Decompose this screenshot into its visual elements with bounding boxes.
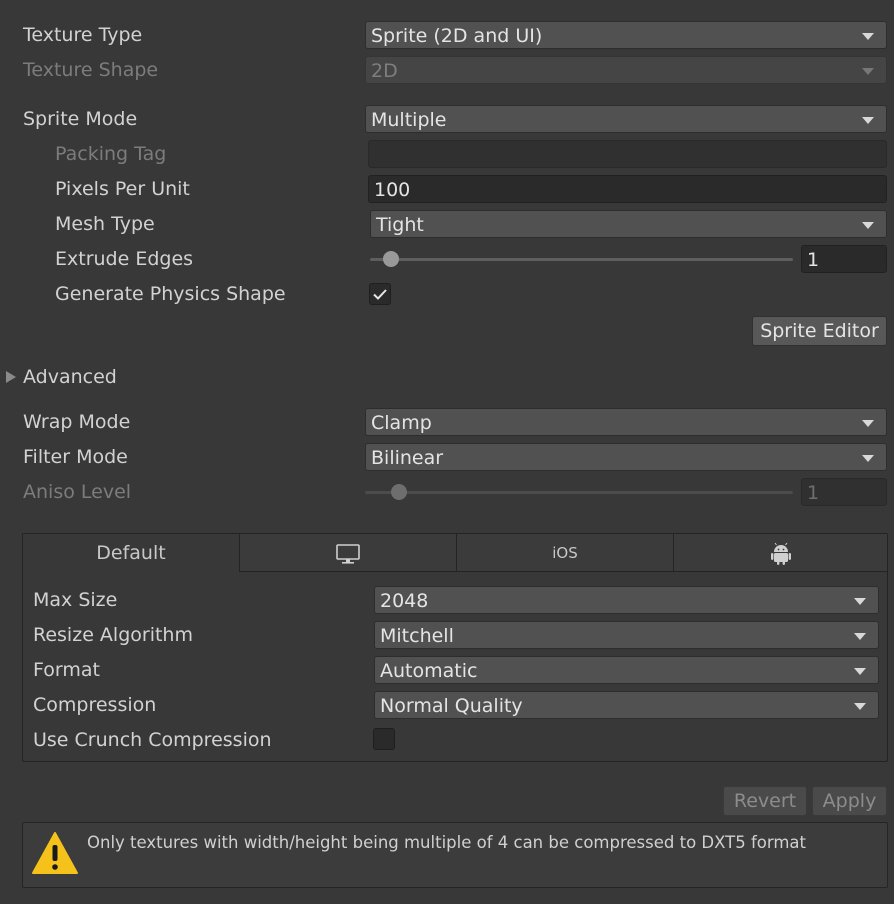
mesh-type-label: Mesh Type [55,213,155,235]
use-crunch-compression-checkbox[interactable] [373,728,395,750]
monitor-icon [336,543,360,564]
foldout-arrow-icon [6,371,16,383]
sprite-mode-dropdown[interactable]: Multiple [365,105,887,133]
pixels-per-unit-field[interactable]: 100 [368,175,887,203]
format-value: Automatic [380,660,478,682]
extrude-edges-label: Extrude Edges [55,248,194,270]
advanced-foldout[interactable]: Advanced [0,362,200,392]
aniso-level-field: 1 [801,478,887,506]
sprite-mode-label: Sprite Mode [23,108,138,130]
tab-android[interactable] [674,534,887,572]
sprite-editor-button[interactable]: Sprite Editor [752,316,887,346]
use-crunch-compression-label: Use Crunch Compression [33,729,272,751]
chevron-down-icon [854,633,866,640]
extrude-edges-slider-track[interactable] [370,258,793,261]
wrap-mode-label: Wrap Mode [23,411,131,433]
texture-shape-value: 2D [371,60,398,82]
aniso-level-slider-track [365,491,793,494]
extrude-edges-slider-thumb[interactable] [383,251,400,267]
tab-standalone[interactable] [240,534,457,572]
compression-dropdown[interactable]: Normal Quality [374,691,879,719]
mesh-type-dropdown[interactable]: Tight [370,210,887,238]
max-size-dropdown[interactable]: 2048 [374,586,879,614]
compression-label: Compression [33,694,157,716]
wrap-mode-value: Clamp [371,412,432,434]
mesh-type-value: Tight [376,214,424,236]
chevron-down-icon [854,703,866,710]
texture-shape-dropdown: 2D [365,56,887,84]
chevron-down-icon [854,598,866,605]
tab-ios-label: iOS [552,544,578,562]
checkmark-icon [373,289,387,300]
tab-default[interactable]: Default [23,534,240,572]
warning-help-box: Only textures with width/height being mu… [22,822,888,888]
generate-physics-shape-checkbox[interactable] [369,283,391,305]
chevron-down-icon [862,117,874,124]
tab-ios[interactable]: iOS [457,534,674,572]
format-dropdown[interactable]: Automatic [374,656,879,684]
resize-algorithm-value: Mitchell [380,625,454,647]
warning-icon [32,832,78,874]
android-icon [770,542,791,565]
platform-settings-panel: Default iOS Max Size 2048 Resize Algorit… [22,533,888,762]
chevron-down-icon [862,33,874,40]
max-size-value: 2048 [380,590,429,612]
generate-physics-shape-label: Generate Physics Shape [55,283,286,305]
chevron-down-icon [862,222,874,229]
texture-type-label: Texture Type [23,24,143,46]
packing-tag-field [368,140,887,168]
resize-algorithm-label: Resize Algorithm [33,624,193,646]
tab-default-label: Default [96,542,166,564]
chevron-down-icon [854,668,866,675]
filter-mode-dropdown[interactable]: Bilinear [365,443,887,471]
max-size-label: Max Size [33,589,118,611]
chevron-down-icon [862,420,874,427]
format-label: Format [33,659,100,681]
wrap-mode-dropdown[interactable]: Clamp [365,408,887,436]
warning-text: Only textures with width/height being mu… [87,833,807,852]
texture-shape-label: Texture Shape [23,59,159,81]
sprite-mode-value: Multiple [371,109,447,131]
filter-mode-label: Filter Mode [23,446,128,468]
pixels-per-unit-label: Pixels Per Unit [55,178,190,200]
resize-algorithm-dropdown[interactable]: Mitchell [374,621,879,649]
packing-tag-label: Packing Tag [55,143,167,165]
advanced-label: Advanced [23,366,117,388]
compression-value: Normal Quality [380,695,523,717]
extrude-edges-field[interactable]: 1 [801,245,887,273]
apply-button: Apply [812,786,887,816]
revert-button: Revert [723,786,807,816]
aniso-level-slider-thumb [391,484,408,500]
aniso-level-label: Aniso Level [23,481,132,503]
texture-type-dropdown[interactable]: Sprite (2D and UI) [365,21,887,49]
chevron-down-icon [862,68,874,75]
filter-mode-value: Bilinear [371,447,444,469]
chevron-down-icon [862,455,874,462]
texture-type-value: Sprite (2D and UI) [371,25,543,47]
